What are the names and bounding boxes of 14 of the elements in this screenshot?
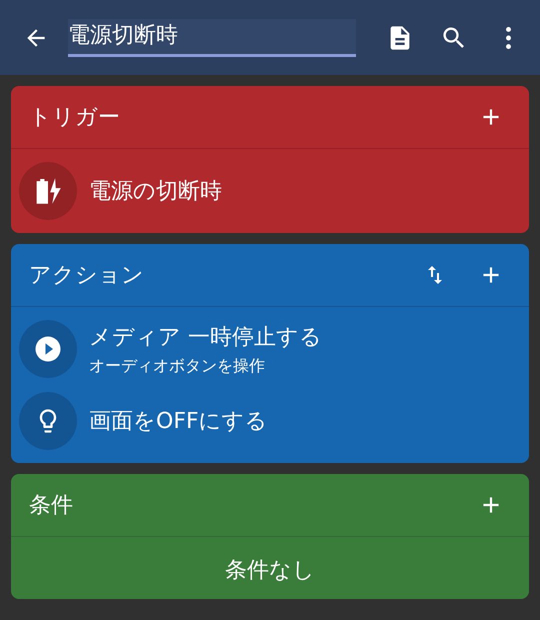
section-title: 条件 xyxy=(29,492,74,520)
empty-message: 条件なし xyxy=(224,557,316,585)
play-icon xyxy=(33,334,63,364)
list-item[interactable]: メディア 一時停止する オーディオボタンを操作 xyxy=(19,313,521,385)
item-title: 電源の切断時 xyxy=(89,178,222,206)
item-subtitle: オーディオボタンを操作 xyxy=(89,356,266,376)
list-item[interactable]: 電源の切断時 xyxy=(19,155,521,227)
more-icon xyxy=(506,26,510,48)
section-title: トリガー xyxy=(29,104,121,132)
item-title: メディア 一時停止する xyxy=(89,324,322,352)
item-title: 画面をOFFにする xyxy=(89,408,268,436)
title-field[interactable]: 電源切断時 xyxy=(68,18,356,56)
section-title: アクション xyxy=(29,262,145,290)
list-item[interactable]: 画面をOFFにする xyxy=(19,385,521,457)
